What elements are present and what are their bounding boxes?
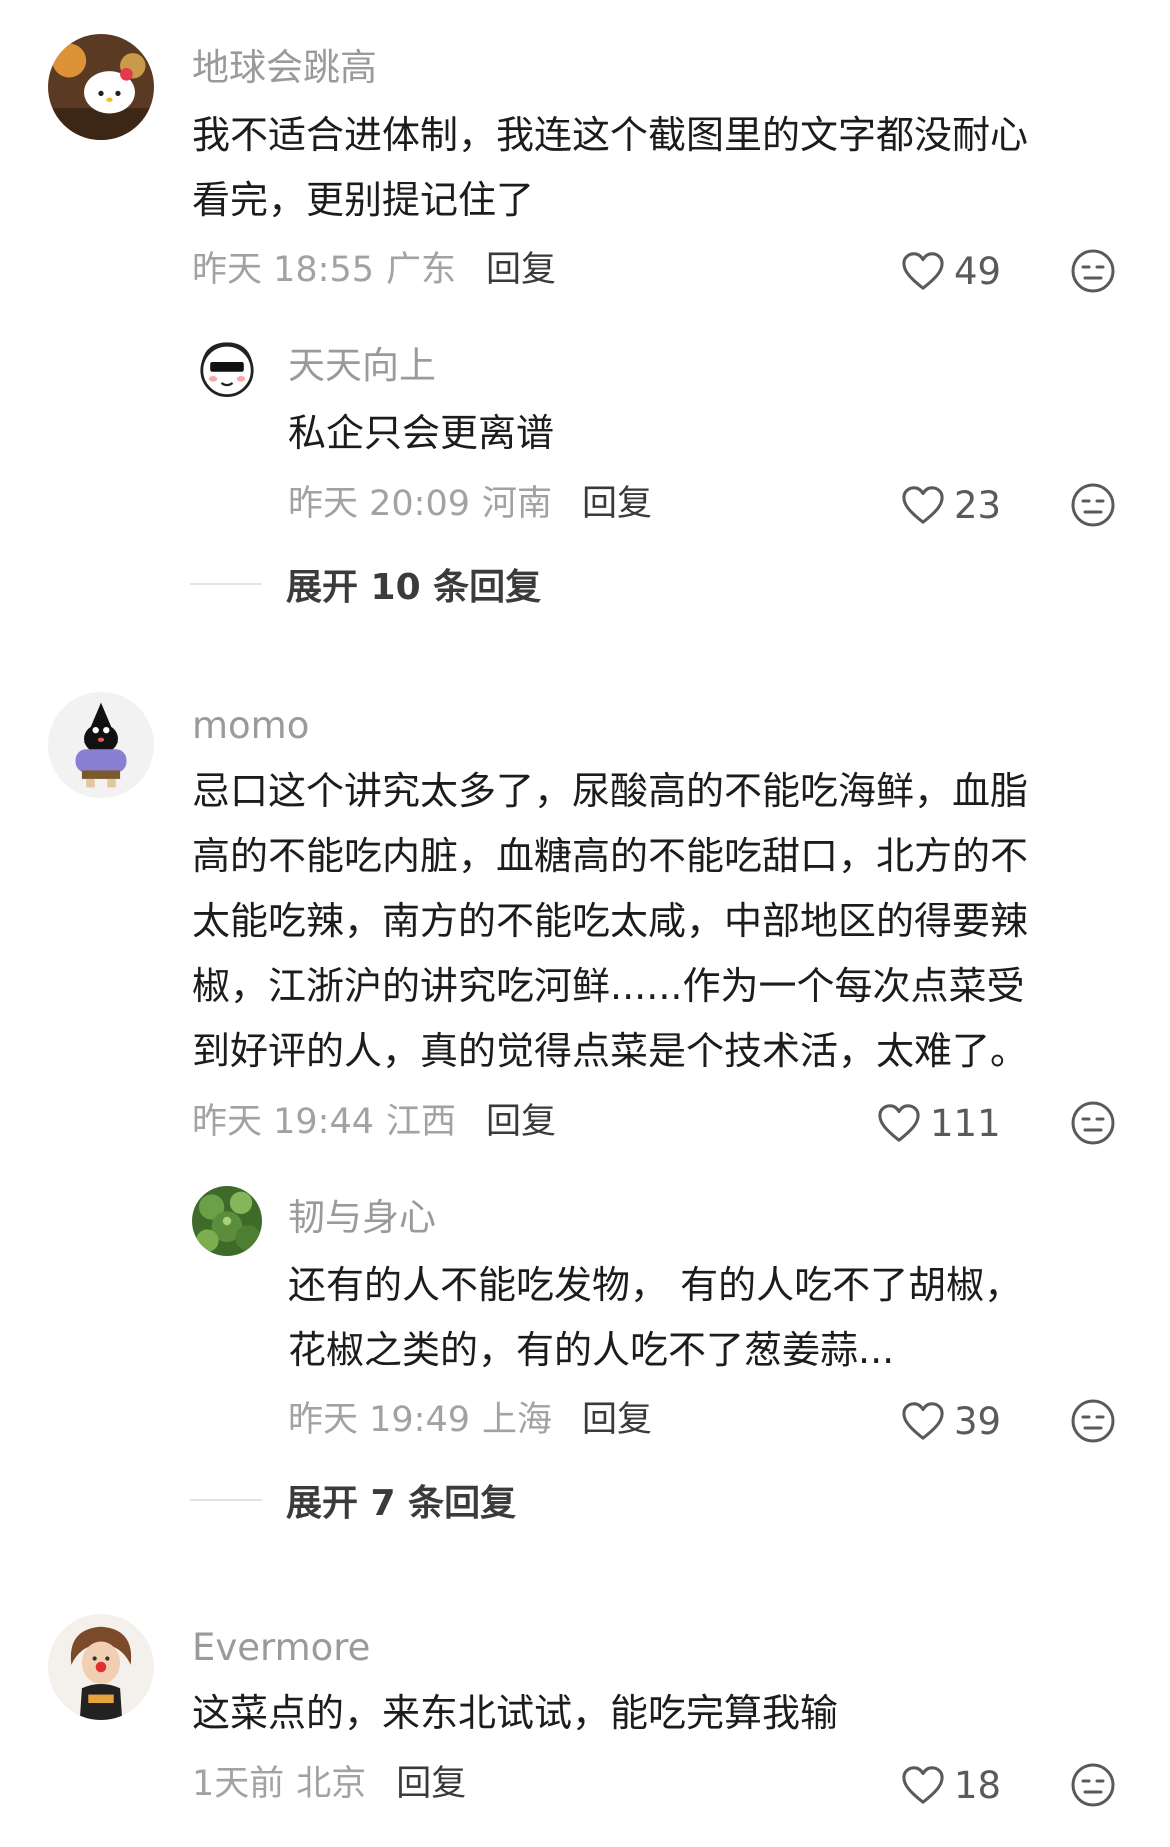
unamused-face-icon (1071, 483, 1115, 527)
avatar[interactable] (48, 1614, 154, 1720)
like-count: 18 (954, 1763, 1002, 1807)
reply-username[interactable]: 天天向上 (288, 344, 436, 388)
dislike-button[interactable] (1070, 1100, 1116, 1146)
like-button[interactable]: 111 (876, 1100, 1001, 1146)
reply-avatar[interactable] (192, 1186, 262, 1256)
comment-text-line: 这菜点的，来东北试试，能吃完算我输 (192, 1691, 839, 1735)
comment-time: 昨天 19:44 (192, 1102, 374, 1142)
comment-text-line: 高的不能吃内脏，血糖高的不能吃甜口，北方的不 (192, 834, 1029, 878)
comment-meta: 昨天 18:55 广东 回复 (192, 248, 556, 292)
comment-time: 1天前 (192, 1764, 285, 1804)
comment-location: 广东 (386, 250, 457, 290)
comment-username[interactable]: Evermore (192, 1626, 370, 1670)
like-button[interactable]: 23 (900, 482, 1001, 528)
reply-meta: 昨天 19:49 上海 回复 (288, 1398, 652, 1442)
expand-divider (190, 583, 262, 585)
expand-replies-button[interactable]: 展开 7 条回复 (190, 1478, 516, 1524)
like-button[interactable]: 49 (900, 248, 1001, 294)
reply-location: 河南 (482, 484, 553, 524)
heart-outline-icon (902, 486, 944, 524)
avatar[interactable] (48, 34, 154, 140)
reply-time: 昨天 19:49 (288, 1400, 470, 1440)
comment-text-line: 太能吃辣，南方的不能吃太咸，中部地区的得要辣 (192, 899, 1029, 943)
unamused-face-icon (1071, 1763, 1115, 1807)
comment-location: 北京 (296, 1764, 367, 1804)
comment-text-line: 椒，江浙沪的讲究吃河鲜......作为一个每次点菜受 (192, 964, 1025, 1008)
reply-button[interactable]: 回复 (486, 250, 556, 290)
reply-button[interactable]: 回复 (582, 484, 652, 524)
heart-outline-icon (902, 1766, 944, 1804)
like-button[interactable]: 39 (900, 1398, 1001, 1444)
like-button[interactable]: 18 (900, 1762, 1001, 1808)
expand-replies-label: 展开 7 条回复 (286, 1483, 517, 1524)
reply-username[interactable]: 韧与身心 (288, 1196, 436, 1240)
comment-meta: 昨天 19:44 江西 回复 (192, 1100, 556, 1144)
reply-meta: 昨天 20:09 河南 回复 (288, 482, 652, 526)
expand-divider (190, 1499, 262, 1501)
reply-location: 上海 (482, 1400, 553, 1440)
expand-replies-button[interactable]: 展开 10 条回复 (190, 562, 541, 608)
comment-text-line: 看完，更别提记住了 (192, 178, 535, 222)
reply-avatar[interactable] (192, 334, 262, 404)
reply-text-line: 花椒之类的，有的人吃不了葱姜蒜... (288, 1328, 895, 1372)
comment-username[interactable]: 地球会跳高 (192, 46, 377, 90)
comment-location: 江西 (386, 1102, 457, 1142)
like-count: 49 (954, 249, 1002, 293)
like-count: 111 (930, 1101, 1001, 1145)
unamused-face-icon (1071, 1101, 1115, 1145)
reply-text-line: 还有的人不能吃发物， 有的人吃不了胡椒， (288, 1263, 1023, 1307)
comment-meta: 1天前 北京 回复 (192, 1762, 466, 1806)
reply-button[interactable]: 回复 (486, 1102, 556, 1142)
like-count: 23 (954, 483, 1002, 527)
reply-time: 昨天 20:09 (288, 484, 470, 524)
heart-outline-icon (902, 1402, 944, 1440)
comment-time: 昨天 18:55 (192, 250, 374, 290)
like-count: 39 (954, 1399, 1002, 1443)
dislike-button[interactable] (1070, 482, 1116, 528)
comment-text-line: 忌口这个讲究太多了，尿酸高的不能吃海鲜，血脂 (192, 769, 1029, 813)
heart-outline-icon (878, 1104, 920, 1142)
reply-text-line: 私企只会更离谱 (288, 411, 555, 455)
dislike-button[interactable] (1070, 1398, 1116, 1444)
avatar[interactable] (48, 692, 154, 798)
dislike-button[interactable] (1070, 1762, 1116, 1808)
unamused-face-icon (1071, 249, 1115, 293)
heart-outline-icon (902, 252, 944, 290)
reply-button[interactable]: 回复 (582, 1400, 652, 1440)
comment-text-line: 我不适合进体制，我连这个截图里的文字都没耐心 (192, 113, 1029, 157)
comment-text-line: 到好评的人，真的觉得点菜是个技术活，太难了。 (192, 1029, 1029, 1073)
dislike-button[interactable] (1070, 248, 1116, 294)
comment-username[interactable]: momo (192, 704, 309, 748)
expand-replies-label: 展开 10 条回复 (286, 567, 542, 608)
unamused-face-icon (1071, 1399, 1115, 1443)
reply-button[interactable]: 回复 (396, 1764, 466, 1804)
